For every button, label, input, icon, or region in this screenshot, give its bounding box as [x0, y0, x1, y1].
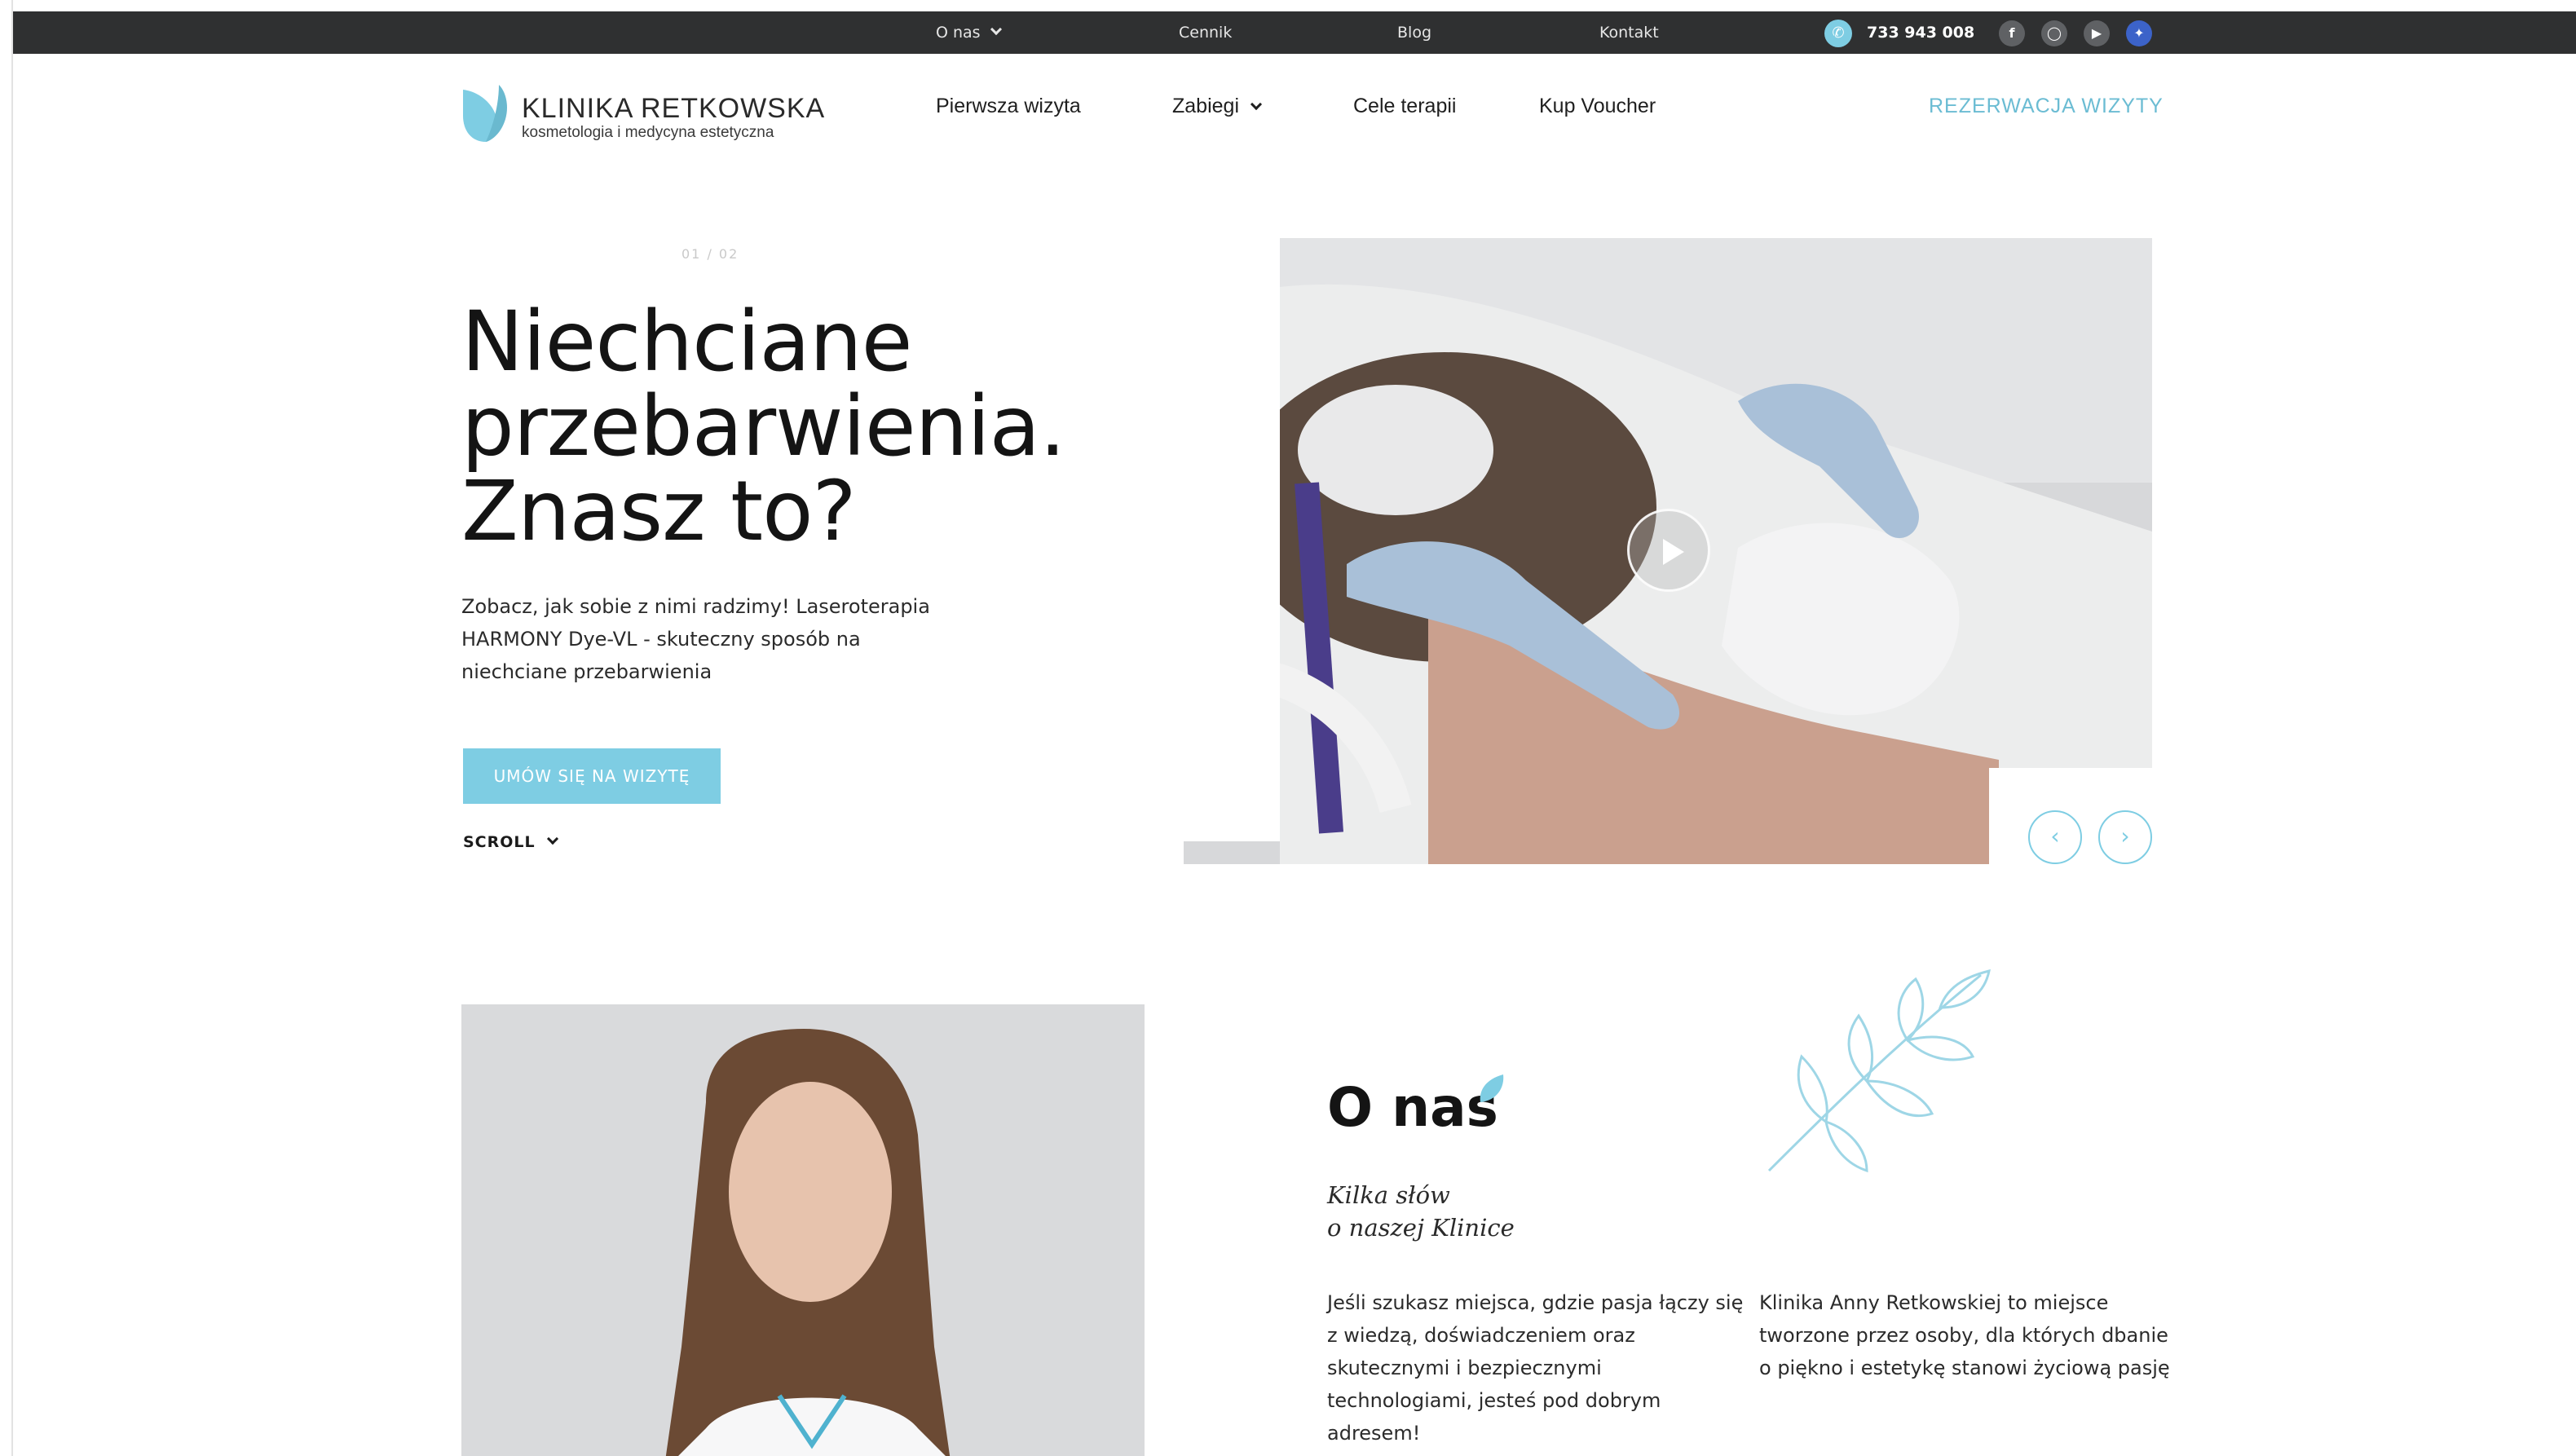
sprig-decoration-icon: [1767, 968, 1991, 1173]
about-subtitle-line: o naszej Klinice: [1327, 1214, 1515, 1242]
about-subtitle: Kilka słów o naszej Klinice: [1327, 1179, 1515, 1244]
about-text-column-1: Jeśli szukasz miejsca, gdzie pasja łączy…: [1327, 1291, 1744, 1445]
instagram-icon[interactable]: ◯: [2041, 20, 2067, 46]
chevron-down-icon: [990, 23, 1002, 36]
hero-title-line: Znasz to?: [461, 463, 857, 560]
phone-number[interactable]: 733 943 008: [1867, 11, 1974, 54]
nav-item-therapy-goals[interactable]: Cele terapii: [1353, 88, 1456, 124]
hero-title: Niechciane przebarwienia. Znasz to?: [461, 300, 1162, 554]
logo[interactable]: KLINIKA RETKOWSKA kosmetologia i medycyn…: [461, 82, 824, 147]
portrait-photo: [461, 1004, 1145, 1456]
logo-title: KLINIKA RETKOWSKA: [522, 93, 826, 124]
about-title: O nas: [1327, 1076, 1498, 1139]
topbar-contact-link[interactable]: Kontakt: [1599, 11, 1659, 54]
youtube-icon[interactable]: ▶: [2084, 20, 2110, 46]
window-left-edge: [0, 0, 13, 1456]
nav-item-voucher[interactable]: Kup Voucher: [1539, 88, 1656, 124]
scroll-label: SCROLL: [463, 833, 536, 851]
nav-item-treatments-label: Zabiegi: [1172, 95, 1239, 117]
hero-frame-mask: [1184, 238, 1280, 258]
logo-subtitle: kosmetologia i medycyna estetyczna: [522, 124, 774, 141]
language-flag-icon[interactable]: ✦: [2126, 20, 2152, 46]
hero-title-line: Niechciane: [461, 293, 912, 390]
hero-frame-mask: [1184, 258, 1280, 841]
reservation-link[interactable]: REZERWACJA WIZYTY: [1929, 88, 2164, 124]
nav-item-treatments[interactable]: Zabiegi: [1172, 88, 1263, 124]
hero-description: Zobacz, jak sobie z nimi radzimy! Lasero…: [461, 595, 930, 683]
play-icon[interactable]: [1627, 509, 1710, 592]
facebook-icon[interactable]: f: [1999, 20, 2025, 46]
about-subtitle-line: Kilka słów: [1327, 1181, 1450, 1209]
nav-item-first-visit[interactable]: Pierwsza wizyta: [936, 88, 1081, 124]
slider-next-button[interactable]: ›: [2098, 810, 2152, 864]
topbar-about-label: O nas: [936, 24, 981, 42]
scroll-indicator[interactable]: SCROLL: [463, 832, 558, 851]
book-visit-button[interactable]: UMÓW SIĘ NA WIZYTĘ: [463, 748, 721, 804]
chevron-down-icon: [546, 832, 558, 845]
top-bar: O nas Cennik Blog Kontakt ✆ 733 943 008 …: [13, 11, 2576, 54]
topbar-about-link[interactable]: O nas: [936, 11, 1002, 54]
portrait-image: [461, 1004, 1145, 1456]
topbar-blog-link[interactable]: Blog: [1397, 11, 1431, 54]
chevron-down-icon: [1250, 98, 1263, 111]
about-text-column-2: Klinika Anny Retkowskiej to miejsce twor…: [1759, 1291, 2170, 1379]
slider-prev-button[interactable]: ‹: [2028, 810, 2082, 864]
topbar-pricing-link[interactable]: Cennik: [1179, 11, 1232, 54]
logo-leaf-icon: [463, 85, 507, 142]
phone-icon[interactable]: ✆: [1824, 20, 1852, 47]
slide-counter: 01 / 02: [681, 246, 739, 262]
hero-title-line: przebarwienia.: [461, 378, 1066, 475]
window-top-strip: [13, 0, 2576, 11]
leaf-icon: [1480, 1074, 1504, 1102]
